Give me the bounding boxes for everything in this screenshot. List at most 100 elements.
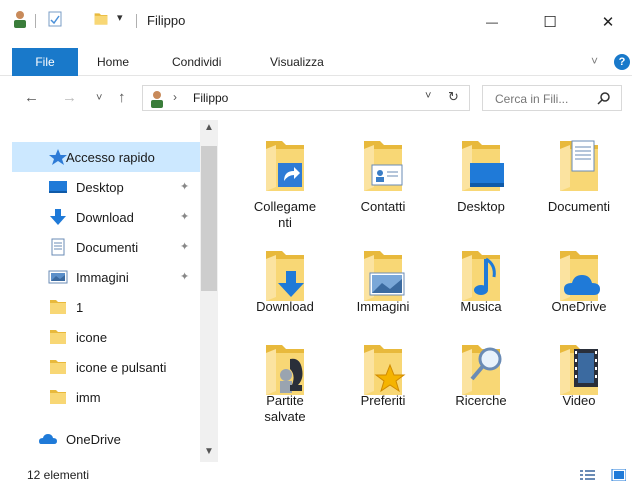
onedrive-icon xyxy=(39,434,57,444)
forward-button[interactable]: → xyxy=(62,89,77,106)
quick-access-dropdown-icon[interactable]: ▾ xyxy=(117,11,123,24)
user-folder-icon xyxy=(151,91,163,108)
item-count: 12 elementi xyxy=(27,468,90,482)
address-dropdown-icon[interactable]: ˅ xyxy=(425,90,431,102)
sidebar-item-1[interactable]: 1 xyxy=(12,292,200,322)
sidebar-item-icone[interactable]: icone xyxy=(12,322,200,352)
folder-partite-salvate[interactable]: Partite salvate xyxy=(240,335,330,443)
sidebar-item-label: OneDrive xyxy=(66,432,121,447)
star-icon xyxy=(49,149,67,165)
sidebar-item-label: 1 xyxy=(76,300,84,315)
details-view-icon[interactable] xyxy=(580,470,595,480)
folder-musica[interactable]: Musica xyxy=(436,241,526,349)
pin-icon[interactable]: ✦ xyxy=(180,180,189,193)
status-bar: 12 elementi xyxy=(0,465,632,485)
close-button[interactable]: ✕ xyxy=(588,8,628,36)
new-folder-icon[interactable] xyxy=(93,11,109,27)
document-icon xyxy=(51,238,65,256)
folder-video[interactable]: Video xyxy=(534,335,624,443)
sidebar-item-label: Immagini xyxy=(76,270,129,285)
tab-condividi[interactable]: Condividi xyxy=(172,48,221,76)
maximize-button[interactable]: ☐ xyxy=(530,8,570,36)
sidebar-item-imm[interactable]: imm xyxy=(12,382,200,412)
file-label: Documenti xyxy=(547,199,611,214)
folder-ricerche[interactable]: Ricerche xyxy=(436,335,526,443)
file-label: Contatti xyxy=(360,199,406,214)
recent-locations-button[interactable]: ˅ xyxy=(96,92,102,104)
address-bar[interactable]: › Filippo ˅ ↻ xyxy=(142,85,470,111)
sidebar-item-download[interactable]: Download ✦ xyxy=(12,202,200,232)
pin-icon[interactable]: ✦ xyxy=(180,240,189,253)
up-button[interactable]: ↑ xyxy=(118,89,126,106)
tab-file[interactable]: File xyxy=(12,48,78,76)
minimize-button[interactable]: — xyxy=(472,8,512,36)
folder-desktop[interactable]: Desktop xyxy=(436,131,526,239)
breadcrumb-separator-icon[interactable]: › xyxy=(173,90,177,104)
file-label: Immagini xyxy=(356,299,410,314)
file-label: Ricerche xyxy=(455,393,507,408)
search-input[interactable]: Cerca in Fili... xyxy=(482,85,622,111)
pictures-folder-icon xyxy=(358,245,405,305)
search-placeholder: Cerca in Fili... xyxy=(495,92,569,106)
titlebar-separator xyxy=(35,14,36,28)
favorites-folder-icon xyxy=(358,339,406,399)
file-label: Download xyxy=(256,299,314,314)
folder-collegamenti[interactable]: Collegame nti xyxy=(240,131,330,239)
file-label: OneDrive xyxy=(551,299,607,314)
navigation-pane: Accesso rapido Desktop ✦ Download ✦ Docu… xyxy=(0,120,218,465)
tab-visualizza[interactable]: Visualizza xyxy=(270,48,324,76)
searches-folder-icon xyxy=(456,339,502,399)
expand-ribbon-icon[interactable]: ˅ xyxy=(591,54,598,68)
titlebar-separator xyxy=(136,14,137,28)
sidebar-item-desktop[interactable]: Desktop ✦ xyxy=(12,172,200,202)
user-folder-icon[interactable] xyxy=(12,10,28,28)
ribbon-tabs: File Home Condividi Visualizza ˅ ? xyxy=(0,48,632,76)
file-label: Partite salvate xyxy=(264,393,306,424)
tab-home[interactable]: Home xyxy=(97,48,129,76)
nav-scrollbar-thumb[interactable] xyxy=(201,146,217,291)
large-icons-view-icon[interactable] xyxy=(611,469,626,481)
downloads-folder-icon xyxy=(260,245,304,305)
folder-onedrive[interactable]: OneDrive xyxy=(534,241,624,349)
folder-documenti[interactable]: Documenti xyxy=(534,131,624,239)
back-button[interactable]: ← xyxy=(24,89,39,106)
sidebar-item-immagini[interactable]: Immagini ✦ xyxy=(12,262,200,292)
pictures-icon xyxy=(48,270,68,284)
saved-games-folder-icon xyxy=(260,339,310,399)
help-icon[interactable]: ? xyxy=(614,54,630,70)
refresh-icon[interactable]: ↻ xyxy=(448,89,459,105)
folder-contatti[interactable]: Contatti xyxy=(338,131,428,239)
sidebar-item-documenti[interactable]: Documenti ✦ xyxy=(12,232,200,262)
window-title: Filippo xyxy=(147,13,186,28)
videos-folder-icon xyxy=(554,339,598,399)
sidebar-item-onedrive[interactable]: OneDrive xyxy=(12,424,200,454)
sidebar-item-icone-e-pulsanti[interactable]: icone e pulsanti xyxy=(12,352,200,382)
view-toggle xyxy=(580,469,626,481)
file-list: Collegame nti Contatti Desktop Documenti… xyxy=(222,125,632,460)
file-label: Desktop xyxy=(457,199,505,214)
scroll-up-icon[interactable]: ▲ xyxy=(204,122,214,133)
file-label: Musica xyxy=(460,299,502,314)
links-folder-icon xyxy=(260,135,310,195)
download-icon xyxy=(50,209,66,225)
scroll-down-icon[interactable]: ▼ xyxy=(204,446,214,457)
pin-icon[interactable]: ✦ xyxy=(180,270,189,283)
breadcrumb-filippo[interactable]: Filippo xyxy=(193,91,228,105)
desktop-icon xyxy=(49,181,67,193)
folder-download[interactable]: Download xyxy=(240,241,330,349)
pin-icon[interactable]: ✦ xyxy=(180,210,189,223)
folder-immagini[interactable]: Immagini xyxy=(338,241,428,349)
search-icon[interactable] xyxy=(597,91,611,105)
sidebar-item-accesso-rapido[interactable]: Accesso rapido xyxy=(12,142,200,172)
properties-icon[interactable] xyxy=(48,11,62,27)
sidebar-item-label: imm xyxy=(76,390,101,405)
music-folder-icon xyxy=(456,245,506,305)
onedrive-folder-icon xyxy=(554,245,600,305)
sidebar-item-label: icone xyxy=(76,330,108,345)
folder-icon xyxy=(48,388,68,406)
folder-preferiti[interactable]: Preferiti xyxy=(338,335,428,443)
sidebar-item-label: Desktop xyxy=(76,180,124,195)
file-label: Collegame nti xyxy=(253,199,317,230)
folder-icon xyxy=(48,298,68,316)
file-label: Preferiti xyxy=(360,393,406,408)
